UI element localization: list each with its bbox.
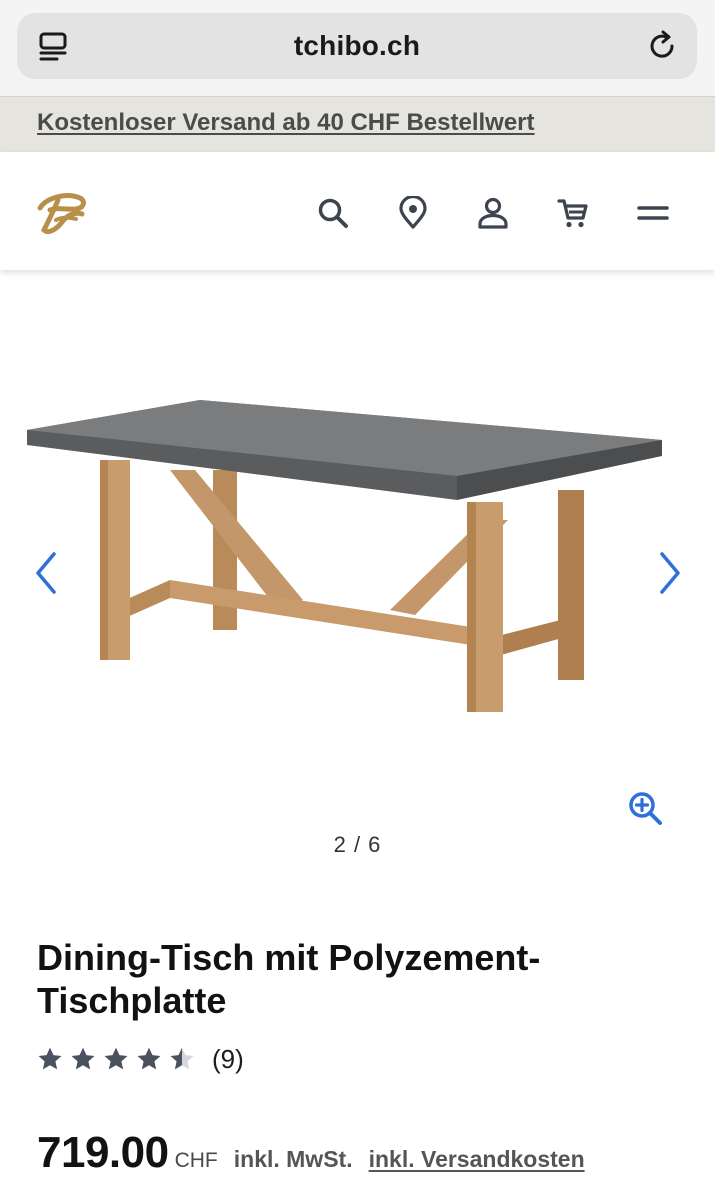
url-text: tchibo.ch — [293, 30, 421, 61]
location-pin-icon[interactable] — [396, 196, 430, 230]
menu-icon[interactable] — [636, 196, 670, 230]
previous-image-button[interactable] — [32, 550, 60, 596]
zoom-in-icon[interactable] — [627, 790, 663, 826]
product-image[interactable] — [20, 400, 670, 740]
reload-icon[interactable] — [647, 29, 679, 63]
cart-icon[interactable] — [556, 196, 590, 230]
promo-banner: Kostenloser Versand ab 40 CHF Bestellwer… — [0, 96, 715, 153]
star-icon — [104, 1047, 128, 1070]
price-currency: CHF — [174, 1149, 218, 1172]
product-title: Dining-Tisch mit Polyzement-Tischplatte — [37, 937, 541, 1021]
search-icon[interactable] — [316, 196, 350, 230]
half-star-icon — [170, 1047, 194, 1070]
rating-summary[interactable]: (9) — [37, 1042, 244, 1076]
image-counter: 2 / 6 — [333, 832, 382, 857]
browser-toolbar: tchibo.ch — [0, 0, 715, 96]
site-header — [0, 152, 715, 270]
shipping-costs-link[interactable]: inkl. Versandkosten — [369, 1146, 585, 1173]
address-bar[interactable]: tchibo.ch — [17, 13, 697, 79]
account-icon[interactable] — [476, 196, 510, 230]
review-count[interactable]: (9) — [212, 1044, 244, 1075]
free-shipping-link[interactable]: Kostenloser Versand ab 40 CHF Bestellwer… — [37, 97, 535, 149]
star-icon — [71, 1047, 95, 1070]
price-row: 719.00 CHF inkl. MwSt. inkl. Versandkost… — [37, 1128, 585, 1178]
next-image-button[interactable] — [656, 550, 684, 596]
tchibo-logo[interactable] — [36, 190, 88, 236]
vat-note: inkl. MwSt. — [233, 1146, 353, 1172]
product-image-gallery[interactable]: 2 / 6 — [0, 270, 715, 870]
star-icon — [137, 1047, 161, 1070]
star-icon — [38, 1047, 62, 1070]
price-amount: 719.00 — [37, 1128, 169, 1177]
